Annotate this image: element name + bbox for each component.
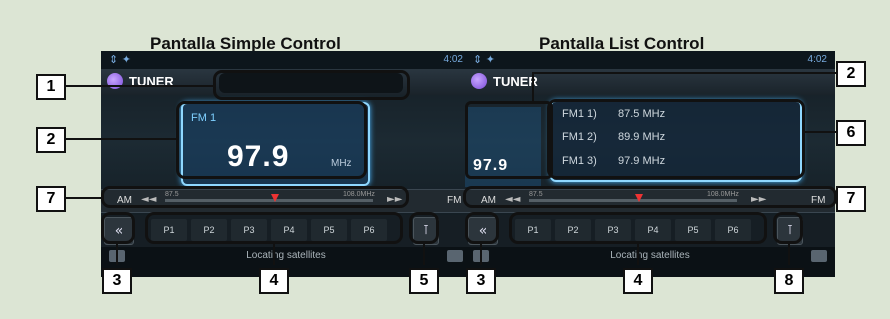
leader-line-4-left (273, 244, 275, 265)
callout-number-7-right: 7 (836, 186, 866, 212)
status-bar: ⇕ ✦ 4:02 (101, 51, 471, 69)
callout-number-4-left: 4 (259, 268, 289, 294)
callout-number-8: 8 (774, 268, 804, 294)
status-icons: ⇕ ✦ (473, 53, 495, 66)
callout-outline-2-left (176, 101, 367, 179)
gps-status: Locating satellites (246, 250, 326, 261)
callout-number-7-left: 7 (36, 186, 66, 212)
gps-status: Locating satellites (610, 250, 690, 261)
callout-number-1: 1 (36, 74, 66, 100)
callout-number-2-left: 2 (36, 127, 66, 153)
callout-outline-2-right (465, 101, 553, 179)
leader-line-3-right (480, 244, 482, 265)
leader-line-8 (788, 244, 790, 265)
callout-outline-4-right (509, 212, 767, 244)
clock: 4:02 (443, 54, 463, 65)
callout-number-6: 6 (836, 120, 866, 146)
leader-line-5 (423, 244, 425, 265)
callout-number-2-right: 2 (836, 61, 866, 87)
leader-line-4-right (637, 244, 639, 265)
status-bar: ⇕ ✦ 4:02 (465, 51, 835, 69)
callout-outline-4-left (145, 212, 403, 244)
callout-number-3-left: 3 (102, 268, 132, 294)
callout-number-5: 5 (409, 268, 439, 294)
leader-line-2-right (532, 72, 836, 74)
leader-line-2-right-drop (532, 72, 534, 102)
callout-outline-1 (213, 70, 410, 100)
callout-outline-7-left (101, 186, 409, 208)
fm-button[interactable]: FM (447, 195, 461, 206)
callout-outline-8 (773, 212, 803, 244)
callout-outline-3-left (101, 212, 135, 244)
settings-icon[interactable] (447, 250, 463, 262)
leader-line-1 (64, 85, 213, 87)
clock: 4:02 (807, 54, 827, 65)
callout-outline-7-right (463, 186, 837, 208)
leader-line-3-left (116, 244, 118, 265)
status-icons: ⇕ ✦ (109, 53, 131, 66)
callout-number-4-right: 4 (623, 268, 653, 294)
callout-number-3-right: 3 (466, 268, 496, 294)
tuner-icon (471, 73, 487, 89)
leader-line-7-left (64, 197, 101, 199)
settings-icon[interactable] (811, 250, 827, 262)
leader-line-2-left (64, 138, 176, 140)
leader-line-6 (805, 131, 836, 133)
callout-outline-5 (409, 212, 439, 244)
callout-outline-3-right (465, 212, 499, 244)
callout-outline-6 (547, 99, 805, 179)
